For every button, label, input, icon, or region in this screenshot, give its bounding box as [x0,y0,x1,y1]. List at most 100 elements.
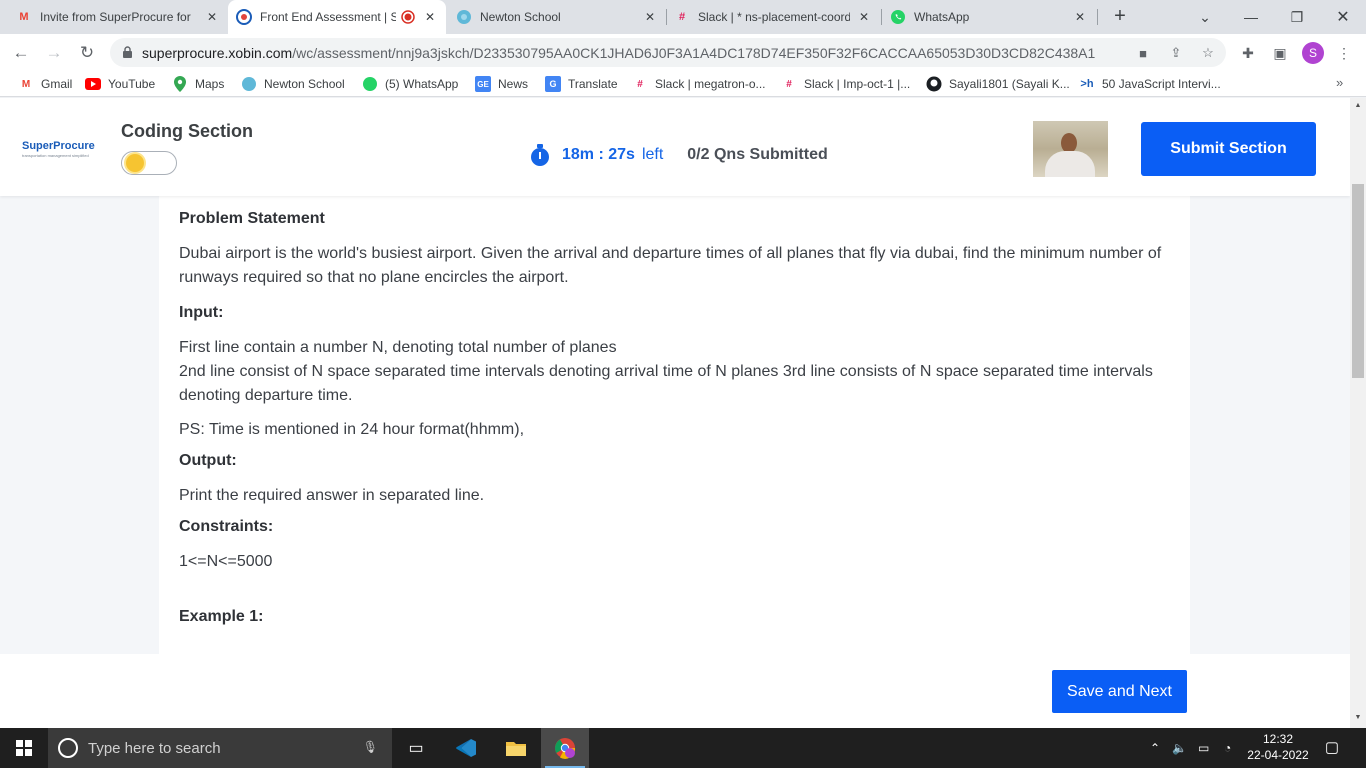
tab-assessment[interactable]: Front End Assessment | S ✕ [228,0,446,34]
forward-arrow-icon[interactable]: → [41,40,67,66]
timer: 18m : 27s left 0/2 Qns Submitted [530,144,828,166]
section-title: Coding Section [121,121,253,141]
bookmark-js-interview[interactable]: >h 50 JavaScript Intervi... [1079,75,1221,93]
wifi-icon[interactable]: ◔ [1224,728,1231,768]
page-scrollbar[interactable]: ▲ ▼ [1350,98,1366,728]
restore-icon[interactable]: ❐ [1274,0,1320,34]
bookmark-star-icon[interactable]: ☆ [1199,44,1217,62]
stopwatch-icon [530,144,550,166]
bookmark-slack-megatron[interactable]: # Slack | megatron-o... [632,75,766,93]
input-heading: Input: [179,304,224,321]
terminal-icon: >h [1080,78,1094,90]
timer-suffix: left [641,146,664,163]
url-path: /wc/assessment/nnj9a3jskch/D233530795AA0… [292,44,1096,61]
share-icon[interactable]: ⇪ [1167,44,1185,62]
notifications-icon[interactable]: ▢ [1322,738,1342,758]
close-icon[interactable]: ✕ [642,9,658,25]
tab-search-chevron-icon[interactable]: ⌄ [1182,0,1228,34]
webcam-preview [1033,121,1108,177]
windows-logo-icon [16,740,32,756]
bookmark-gmail[interactable]: M Gmail [18,75,73,93]
camera-in-use-icon[interactable]: ■ [1134,44,1152,62]
chrome-icon[interactable] [541,728,589,768]
xobin-icon [236,9,252,25]
clock-time: 12:32 [1262,732,1294,746]
assessment-page: SuperProcure transportation management s… [0,98,1350,728]
bookmark-label: News [498,77,529,91]
save-and-next-button[interactable]: Save and Next [1052,670,1187,713]
bookmark-maps[interactable]: Maps [172,75,224,93]
minimize-icon[interactable]: — [1228,0,1274,34]
lock-icon[interactable] [120,46,134,60]
task-view-icon[interactable]: ▭ [392,728,440,768]
clock-date: 22-04-2022 [1247,748,1309,762]
vscode-icon[interactable] [442,728,490,768]
browser-tab-strip: M Invite from SuperProcure for ✕ Front E… [0,0,1366,34]
github-icon [926,76,942,92]
scroll-down-arrow-icon[interactable]: ▼ [1353,714,1363,724]
bookmark-youtube[interactable]: YouTube [85,75,155,93]
bookmark-slack-imp[interactable]: # Slack | Imp-oct-1 |... [781,75,910,93]
tab-gmail[interactable]: M Invite from SuperProcure for ✕ [8,0,228,34]
slack-icon: # [637,78,643,90]
file-explorer-icon[interactable] [492,728,540,768]
questions-submitted: 0/2 Qns Submitted [687,146,828,163]
close-icon[interactable]: ✕ [422,9,438,25]
theme-toggle[interactable] [121,151,177,175]
extensions-puzzle-icon[interactable]: ✚ [1238,43,1258,63]
address-bar[interactable]: superprocure.xobin.com/wc/assessment/nnj… [110,38,1226,67]
bookmark-label: Gmail [41,77,73,91]
output-heading: Output: [179,452,237,469]
window-close-icon[interactable]: ✕ [1320,0,1366,34]
tab-title: Newton School [480,10,561,24]
youtube-icon [85,76,101,92]
app-header: SuperProcure transportation management s… [0,98,1350,196]
close-icon[interactable]: ✕ [204,9,220,25]
profile-avatar[interactable]: S [1302,42,1324,64]
bookmark-translate[interactable]: G Translate [545,75,618,93]
tab-whatsapp[interactable]: WhatsApp ✕ [882,0,1096,34]
back-arrow-icon[interactable]: ← [8,40,34,66]
bookmarks-overflow-icon[interactable]: » [1336,75,1343,90]
close-icon[interactable]: ✕ [1072,9,1088,25]
scrollbar-thumb[interactable] [1352,184,1364,378]
problem-statement-text: Dubai airport is the world's busiest air… [179,245,1162,286]
bookmark-label: 50 JavaScript Intervi... [1102,77,1221,91]
search-placeholder: Type here to search [88,739,221,757]
tab-slack[interactable]: # Slack | * ns-placement-coord ✕ [666,0,880,34]
newton-icon [241,76,257,92]
bookmark-label: Newton School [264,77,345,91]
whatsapp-icon [890,9,906,25]
maps-pin-icon [172,76,188,92]
taskbar-clock[interactable]: 12:32 22-04-2022 [1244,731,1312,763]
input-line-1: First line contain a number N, denoting … [179,339,617,356]
new-tab-button[interactable]: + [1108,5,1132,29]
windows-taskbar: Type here to search 🎙 ▭ ⌃ 🔈 ▭ ◔ 12:32 22… [0,728,1366,768]
microphone-icon[interactable]: 🎙 [363,740,378,754]
scroll-up-arrow-icon[interactable]: ▲ [1353,102,1363,112]
submit-section-button[interactable]: Submit Section [1141,122,1316,176]
bookmark-news[interactable]: GE News [475,75,528,93]
battery-icon[interactable]: ▭ [1198,728,1209,768]
volume-icon[interactable]: 🔈 [1172,728,1187,768]
tab-title: Front End Assessment | S [260,10,396,24]
bookmark-newton[interactable]: Newton School [241,75,345,93]
start-button[interactable] [0,728,48,768]
url-text[interactable]: superprocure.xobin.com/wc/assessment/nnj… [142,45,1095,61]
reload-icon[interactable]: ↻ [74,40,100,66]
bookmark-label: YouTube [108,77,156,91]
whatsapp-icon [362,76,378,92]
bookmark-label: Slack | megatron-o... [655,77,766,91]
bookmark-whatsapp[interactable]: (5) WhatsApp [362,75,458,93]
taskbar-search[interactable]: Type here to search 🎙 [48,728,392,768]
tab-newton[interactable]: Newton School ✕ [448,0,666,34]
slack-icon: # [786,78,792,90]
tray-expand-icon[interactable]: ⌃ [1150,728,1160,768]
bookmark-github[interactable]: Sayali1801 (Sayali K... [926,75,1070,93]
close-icon[interactable]: ✕ [856,9,872,25]
logo-tagline: transportation management simplified [22,153,89,158]
slack-icon: # [678,11,686,23]
side-panel-icon[interactable]: ▣ [1270,43,1290,63]
bookmarks-bar: M Gmail YouTube Maps Newton School (5) Wh… [0,71,1366,97]
menu-kebab-icon[interactable]: ⋮ [1334,43,1354,63]
